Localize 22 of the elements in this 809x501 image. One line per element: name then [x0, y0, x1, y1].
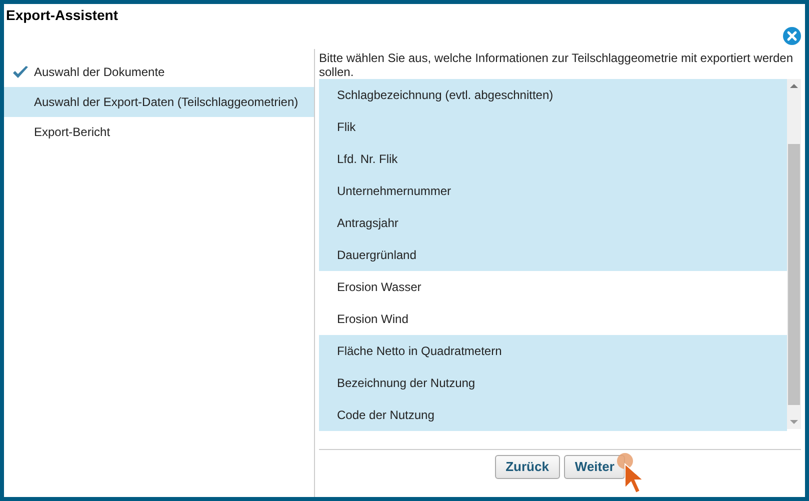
- list-item[interactable]: Unternehmernummer: [319, 175, 787, 207]
- list-item[interactable]: Flik: [319, 111, 787, 143]
- list-item[interactable]: Dauergrünland: [319, 239, 787, 271]
- scroll-down-icon[interactable]: [790, 419, 798, 425]
- instruction-text: Bitte wählen Sie aus, welche Informationen zur Teilschlaggeometrie mit exportiert werden sollen.: [319, 51, 794, 79]
- list-item[interactable]: Erosion Wind: [319, 303, 787, 335]
- list-item[interactable]: Schlagbezeichnung (evtl. abgeschnitten): [319, 79, 787, 111]
- wizard-step[interactable]: Auswahl der Dokumente: [4, 57, 314, 87]
- wizard-step[interactable]: Export-Bericht: [4, 117, 314, 147]
- scroll-up-icon[interactable]: [790, 83, 798, 89]
- close-icon[interactable]: [783, 27, 801, 45]
- list-item[interactable]: Fläche Netto in Quadratmetern: [319, 335, 787, 367]
- window-title: Export-Assistent: [5, 6, 120, 25]
- wizard-step[interactable]: Auswahl der Export-Daten (Teilschlaggeometrien): [4, 87, 314, 117]
- list-item[interactable]: Erosion Wasser: [319, 271, 787, 303]
- next-button[interactable]: Weiter: [564, 455, 626, 478]
- list-item[interactable]: Code der Nutzung: [319, 399, 787, 431]
- scrollbar[interactable]: [787, 79, 801, 429]
- list-item[interactable]: Lfd. Nr. Flik: [319, 143, 787, 175]
- back-button[interactable]: Zurück: [494, 455, 560, 478]
- list-item[interactable]: Antragsjahr: [319, 207, 787, 239]
- list-item[interactable]: Bezeichnung der Nutzung: [319, 367, 787, 399]
